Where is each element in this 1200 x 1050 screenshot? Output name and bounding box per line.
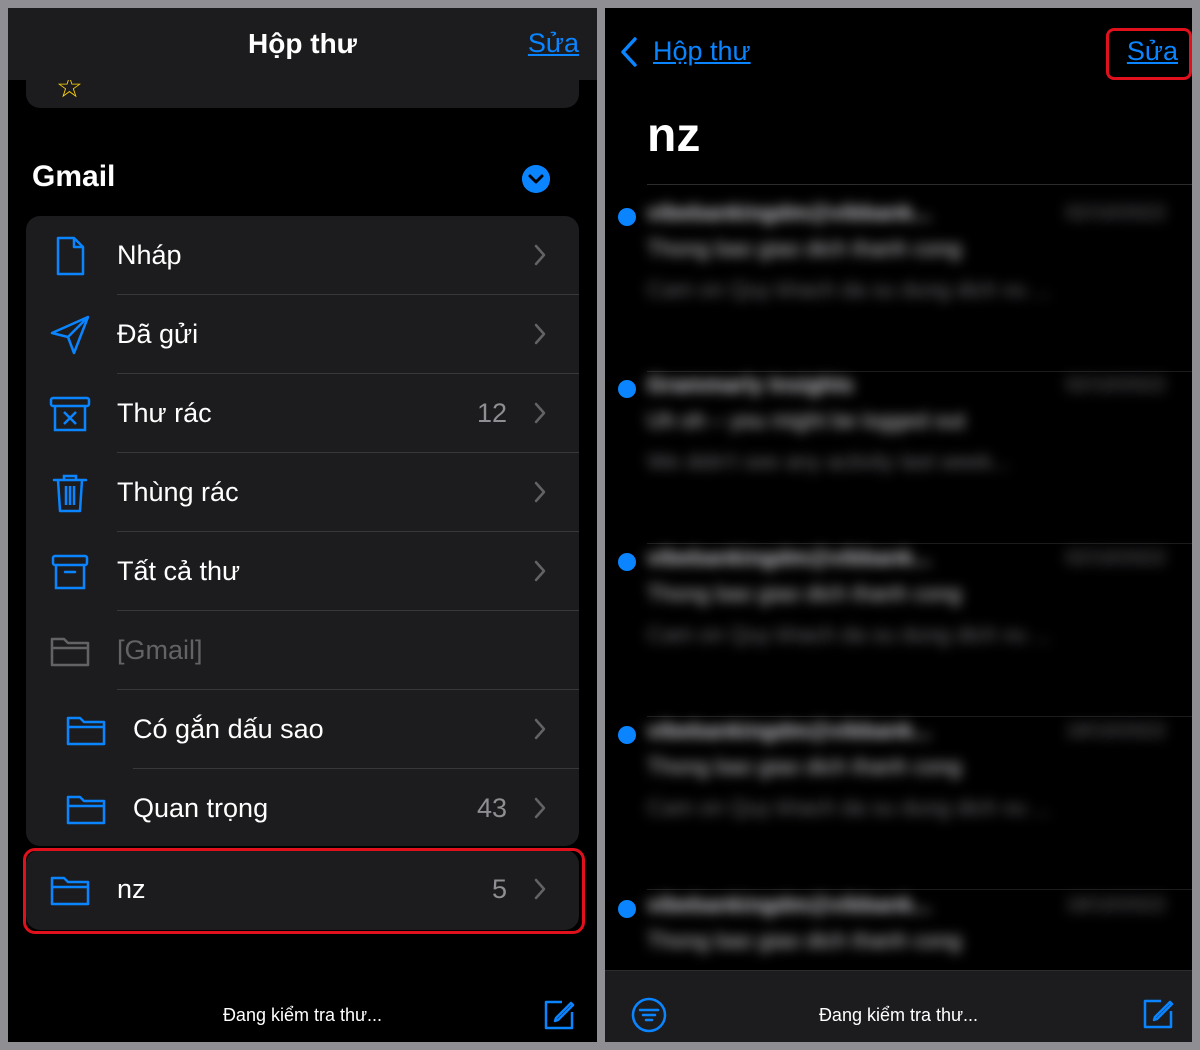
folder-row-trash[interactable]: Thùng rác <box>26 453 579 532</box>
folder-row-starred[interactable]: Có gắn dấu sao <box>26 690 579 769</box>
message-sender: vibebankingdm@vibbank... <box>647 892 932 917</box>
folder-row-junk[interactable]: Thư rác 12 <box>26 374 579 453</box>
folder-row-gmail: [Gmail] <box>26 611 579 690</box>
chevron-right-icon <box>534 718 546 740</box>
message-preview: Cam on Quy khach da su dung dich vu ... <box>647 795 1051 820</box>
compose-icon[interactable] <box>1141 997 1175 1031</box>
unread-dot <box>618 900 636 918</box>
chevron-right-icon <box>534 560 546 582</box>
divider <box>647 543 1192 544</box>
chevron-left-icon[interactable] <box>620 36 638 68</box>
status-text: Đang kiểm tra thư... <box>818 1005 979 1025</box>
message-row[interactable]: Grammarly Insights 02/10/2022 Uh oh – yo… <box>605 372 1192 552</box>
mailbox-screen: Hộp thư Sửa nz vibebankingdm@vibbank... … <box>605 8 1192 1042</box>
unread-dot <box>618 208 636 226</box>
folder-row-sent[interactable]: Đã gửi <box>26 295 579 374</box>
chevron-right-icon <box>534 402 546 424</box>
message-sender: vibebankingdm@vibbank... <box>647 200 932 225</box>
folder-count: 43 <box>476 793 507 823</box>
folder-label: Tất cả thư <box>117 556 241 586</box>
archive-icon <box>51 554 89 590</box>
mailbox-title: nz <box>647 109 701 162</box>
unread-dot <box>618 726 636 744</box>
folder-icon <box>66 716 106 746</box>
edit-button[interactable]: Sửa <box>528 28 579 59</box>
message-sender: Grammarly Insights <box>647 372 854 397</box>
folder-label: Quan trọng <box>133 793 269 823</box>
divider <box>647 889 1192 890</box>
chevron-down-icon[interactable] <box>522 165 550 193</box>
junk-icon <box>49 396 91 432</box>
folder-count: 12 <box>476 398 507 428</box>
compose-icon[interactable] <box>542 998 576 1032</box>
folder-label: Thư rác <box>117 398 212 428</box>
message-date: 18/10/2022 <box>1065 894 1166 916</box>
folder-list: Nháp Đã gửi Thư rác 12 Thùng rác Tất cả … <box>26 216 579 846</box>
folder-icon <box>66 795 106 825</box>
chevron-right-icon <box>534 797 546 819</box>
folder-label: Nháp <box>117 240 182 270</box>
message-date: 02/10/2022 <box>1065 374 1166 396</box>
unread-dot <box>618 380 636 398</box>
message-subject: Uh oh – you might be logged out <box>647 408 966 433</box>
highlight-box <box>1106 28 1192 80</box>
message-preview: We didn't see any activity last week... <box>647 449 1011 474</box>
chevron-right-icon <box>534 481 546 503</box>
folder-icon <box>50 637 90 667</box>
highlight-box <box>23 848 585 934</box>
trash-icon <box>52 474 88 513</box>
message-subject: Thong bao giao dich thanh cong <box>647 236 962 261</box>
message-row[interactable]: vibebankingdm@vibbank... 18/10/2022 Thon… <box>605 718 1192 898</box>
message-subject: Thong bao giao dich thanh cong <box>647 581 962 606</box>
message-row[interactable]: vibebankingdm@vibbank... 02/10/2022 Thon… <box>605 545 1192 725</box>
message-row[interactable]: vibebankingdm@vibbank... 02/10/2022 Thon… <box>605 200 1192 380</box>
divider <box>647 716 1192 717</box>
chevron-right-icon <box>534 323 546 345</box>
folder-label: Đã gửi <box>117 319 199 349</box>
message-subject: Thong bao giao dich thanh cong <box>647 754 962 779</box>
folder-label: [Gmail] <box>117 635 203 665</box>
message-preview: Cam on Quy khach da su dung dich vu ... <box>647 277 1051 302</box>
message-sender: vibebankingdm@vibbank... <box>647 545 932 570</box>
unread-dot <box>618 553 636 571</box>
folder-row-drafts[interactable]: Nháp <box>26 216 579 295</box>
folder-label: Thùng rác <box>117 477 239 507</box>
message-date: 02/10/2022 <box>1065 202 1166 224</box>
navigation-bar: Hộp thư Sửa <box>8 8 597 80</box>
message-date: 18/10/2022 <box>1065 720 1166 742</box>
doc-icon <box>56 236 85 276</box>
status-text: Đang kiểm tra thư... <box>222 1005 383 1025</box>
paperplane-icon <box>50 315 90 355</box>
chevron-right-icon <box>534 244 546 266</box>
message-subject: Thong bao giao dich thanh cong <box>647 928 962 953</box>
folder-row-all-mail[interactable]: Tất cả thư <box>26 532 579 611</box>
back-button[interactable]: Hộp thư <box>653 36 751 67</box>
message-preview: Cam on Quy khach da su dung dich vu ... <box>647 622 1051 647</box>
folder-label: Có gắn dấu sao <box>133 714 324 744</box>
mailboxes-screen: Hộp thư Sửa ☆ Gmail Nháp Đã gửi Thư rác … <box>8 8 597 1042</box>
page-title: Hộp thư <box>248 28 357 59</box>
message-date: 02/10/2022 <box>1065 547 1166 569</box>
folder-row-important[interactable]: Quan trọng 43 <box>26 769 579 846</box>
message-sender: vibebankingdm@vibbank... <box>647 718 932 743</box>
divider <box>647 184 1192 185</box>
account-section-title: Gmail <box>32 160 116 193</box>
